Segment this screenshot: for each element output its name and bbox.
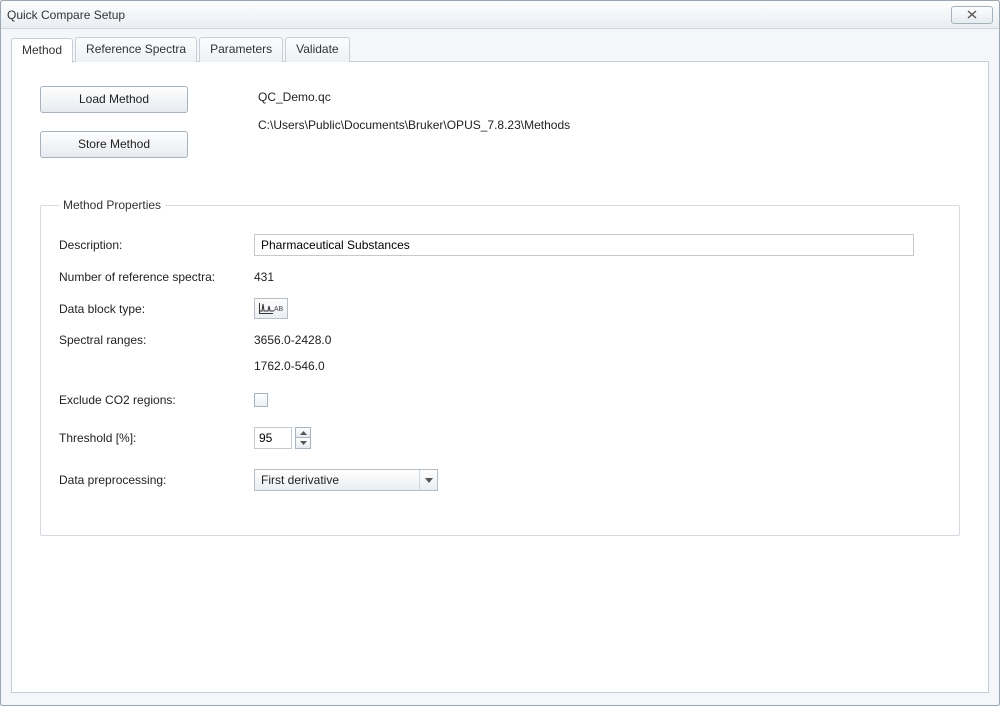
chevron-down-icon [425, 478, 433, 483]
data-preprocessing-select[interactable]: First derivative [254, 469, 438, 491]
tab-parameters[interactable]: Parameters [199, 37, 283, 62]
select-arrow [419, 470, 437, 490]
body-area: Method Reference Spectra Parameters Vali… [1, 29, 999, 705]
label-data-block-type: Data block type: [59, 302, 254, 316]
label-data-preprocessing: Data preprocessing: [59, 473, 254, 487]
threshold-spinner [254, 427, 311, 449]
chevron-down-icon [300, 441, 307, 445]
data-block-ab-label: AB [274, 306, 283, 313]
threshold-up-button[interactable] [295, 427, 311, 438]
label-description: Description: [59, 238, 254, 252]
label-num-ref-spectra: Number of reference spectra: [59, 270, 254, 284]
data-block-type-button[interactable]: AB [254, 298, 288, 319]
store-method-button[interactable]: Store Method [40, 131, 188, 158]
close-icon [967, 10, 977, 19]
chevron-up-icon [300, 431, 307, 435]
label-spectral-ranges: Spectral ranges: [59, 333, 254, 347]
spectral-range-2: 1762.0-546.0 [254, 359, 331, 373]
spectral-range-1: 3656.0-2428.0 [254, 333, 331, 347]
method-filename: QC_Demo.qc [258, 90, 570, 104]
row-exclude-co2: Exclude CO2 regions: [59, 393, 941, 407]
close-button[interactable] [951, 6, 993, 24]
exclude-co2-checkbox[interactable] [254, 393, 268, 407]
method-top-row: Load Method Store Method QC_Demo.qc C:\U… [40, 86, 960, 158]
load-method-button[interactable]: Load Method [40, 86, 188, 113]
tab-reference-spectra[interactable]: Reference Spectra [75, 37, 197, 62]
row-threshold: Threshold [%]: [59, 427, 941, 449]
label-threshold: Threshold [%]: [59, 431, 254, 445]
value-num-ref-spectra: 431 [254, 270, 274, 284]
tab-method[interactable]: Method [11, 38, 73, 63]
spectral-ranges-values: 3656.0-2428.0 1762.0-546.0 [254, 333, 331, 373]
row-data-preprocessing: Data preprocessing: First derivative [59, 469, 941, 491]
row-num-ref-spectra: Number of reference spectra: 431 [59, 270, 941, 284]
threshold-input[interactable] [254, 427, 292, 449]
window-quick-compare-setup: Quick Compare Setup Method Reference Spe… [0, 0, 1000, 706]
method-path: C:\Users\Public\Documents\Bruker\OPUS_7.… [258, 118, 570, 132]
window-title: Quick Compare Setup [7, 8, 951, 22]
method-buttons: Load Method Store Method [40, 86, 188, 158]
method-properties-legend: Method Properties [59, 198, 165, 212]
titlebar: Quick Compare Setup [1, 1, 999, 29]
method-info: QC_Demo.qc C:\Users\Public\Documents\Bru… [258, 86, 570, 132]
threshold-down-button[interactable] [295, 438, 311, 449]
row-description: Description: [59, 234, 941, 256]
row-data-block-type: Data block type: AB [59, 298, 941, 319]
tab-validate[interactable]: Validate [285, 37, 349, 62]
method-properties-group: Method Properties Description: Number of… [40, 198, 960, 536]
spectrum-icon [259, 303, 273, 314]
row-spectral-ranges: Spectral ranges: 3656.0-2428.0 1762.0-54… [59, 333, 941, 373]
description-input[interactable] [254, 234, 914, 256]
label-exclude-co2: Exclude CO2 regions: [59, 393, 254, 407]
tabpage-method: Load Method Store Method QC_Demo.qc C:\U… [11, 61, 989, 693]
data-preprocessing-selected: First derivative [261, 473, 419, 487]
tabstrip: Method Reference Spectra Parameters Vali… [11, 37, 989, 62]
